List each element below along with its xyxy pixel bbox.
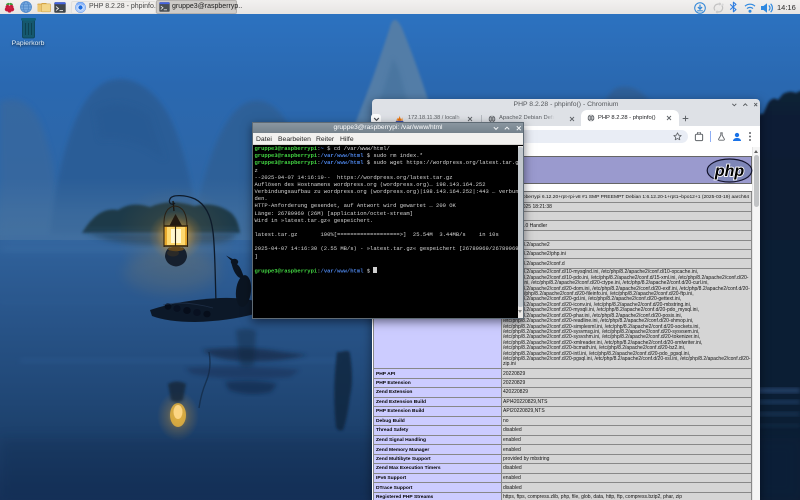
svg-text:php: php [714,163,745,180]
